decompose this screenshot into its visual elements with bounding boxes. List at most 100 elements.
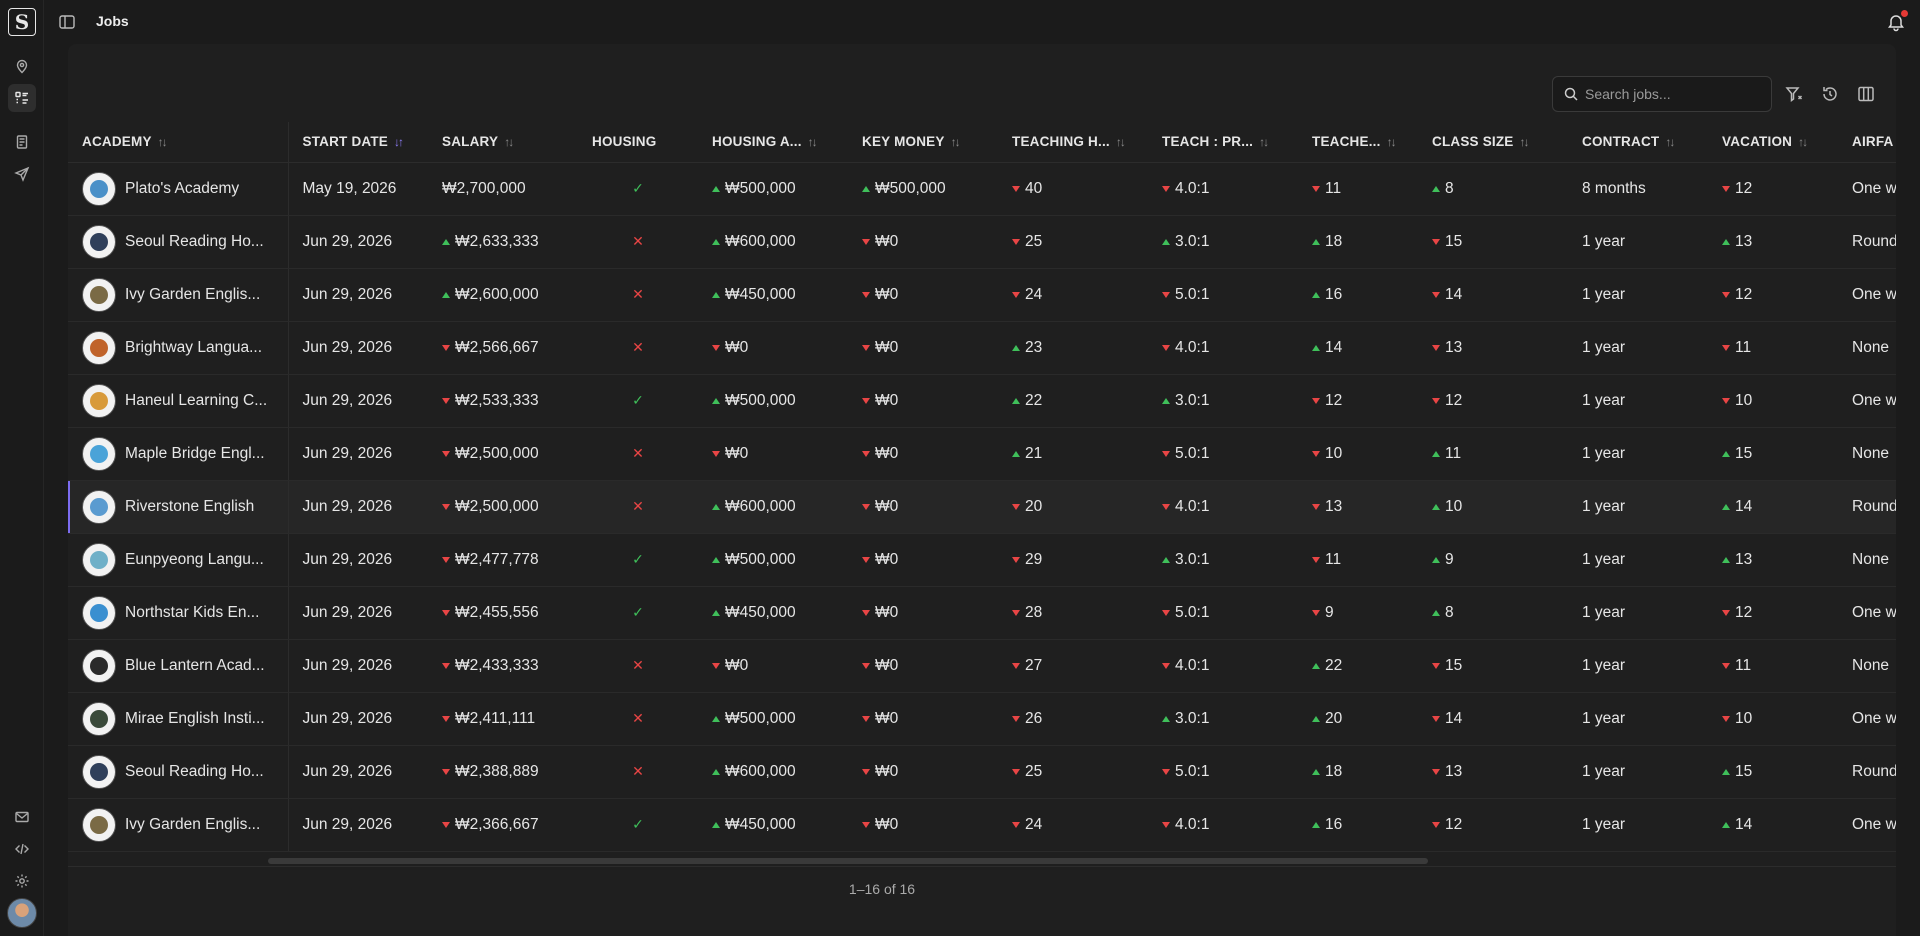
column-header[interactable]: HOUSING [578, 122, 698, 163]
app-logo[interactable]: S [8, 8, 36, 36]
table-row[interactable]: Seoul Reading Ho... Jun 29, 2026 ₩2,633,33… [68, 215, 1896, 269]
table-row[interactable]: Mirae English Insti... Jun 29, 2026 ₩2,411… [68, 692, 1896, 746]
trend-up-icon [1432, 557, 1440, 563]
sort-ascending-icon[interactable]: ↓↑ [394, 135, 404, 149]
columns-icon[interactable] [1856, 84, 1876, 104]
academy-name[interactable]: Maple Bridge Engl... [125, 445, 265, 463]
sidebar-toggle-icon[interactable] [58, 13, 76, 31]
academy-name[interactable]: Riverstone English [125, 498, 254, 516]
academy-cell[interactable]: Riverstone English [68, 480, 289, 534]
sort-icon[interactable]: ↑↓ [158, 135, 168, 149]
academy-cell[interactable]: Mirae English Insti... [68, 692, 289, 746]
user-avatar[interactable] [7, 898, 37, 928]
column-header[interactable]: CLASS SIZE ↑↓ [1418, 122, 1568, 163]
sort-icon[interactable]: ↑↓ [808, 135, 818, 149]
search-input[interactable] [1585, 86, 1755, 102]
trend-down-icon [1722, 663, 1730, 669]
academy-name[interactable]: Plato's Academy [125, 180, 239, 198]
sort-icon[interactable]: ↑↓ [1665, 135, 1675, 149]
teach-prep-ratio-value: 3.0:1 [1175, 233, 1210, 250]
reset-icon[interactable] [1820, 84, 1840, 104]
trend-down-icon [862, 451, 870, 457]
table-row[interactable]: Blue Lantern Acad... Jun 29, 2026 ₩2,433,3… [68, 639, 1896, 693]
table-row[interactable]: Northstar Kids En... Jun 29, 2026 ₩2,455,5… [68, 586, 1896, 640]
academy-name[interactable]: Brightway Langua... [125, 339, 262, 357]
teachers-value: 10 [1325, 445, 1343, 462]
trend-down-icon [862, 769, 870, 775]
academy-name[interactable]: Seoul Reading Ho... [125, 233, 264, 251]
academy-cell[interactable]: Plato's Academy [68, 162, 289, 216]
sort-icon[interactable]: ↑↓ [1116, 135, 1126, 149]
academy-name[interactable]: Mirae English Insti... [125, 710, 265, 728]
table-row[interactable]: Ivy Garden Englis... Jun 29, 2026 ₩2,366,6… [68, 798, 1896, 852]
table-row[interactable]: Haneul Learning C... Jun 29, 2026 ₩2,533,3… [68, 374, 1896, 428]
airfare-cell: Round [1838, 480, 1896, 534]
key-money-cell: ₩0 [848, 586, 998, 640]
sort-icon[interactable]: ↑↓ [1520, 135, 1530, 149]
horizontal-scrollbar[interactable] [268, 858, 1428, 864]
academy-cell[interactable]: Eunpyeong Langu... [68, 533, 289, 587]
table-row[interactable]: Plato's Academy May 19, 2026 ₩2,700,000 ✓ ₩5… [68, 162, 1896, 216]
academy-cell[interactable]: Ivy Garden Englis... [68, 798, 289, 852]
vacation-value: 15 [1735, 763, 1753, 780]
code-icon[interactable] [8, 835, 36, 863]
academy-name[interactable]: Ivy Garden Englis... [125, 286, 260, 304]
search-box[interactable] [1552, 76, 1772, 112]
sort-icon[interactable]: ↑↓ [951, 135, 961, 149]
table-row[interactable]: Eunpyeong Langu... Jun 29, 2026 ₩2,477,778… [68, 533, 1896, 587]
teaching-hours-cell: 24 [998, 798, 1148, 852]
mail-icon[interactable] [8, 803, 36, 831]
column-header[interactable]: TEACHE... ↑↓ [1298, 122, 1418, 163]
table-row[interactable]: Maple Bridge Engl... Jun 29, 2026 ₩2,500,0… [68, 427, 1896, 481]
housing-allowance-value: ₩500,000 [725, 180, 796, 197]
jobs-table-container[interactable]: ACADEMY ↑↓ START DATE ↓↑ SALARY ↑↓ HOUSING HOUS… [68, 122, 1896, 856]
academy-cell[interactable]: Northstar Kids En... [68, 586, 289, 640]
academy-name[interactable]: Northstar Kids En... [125, 604, 259, 622]
sort-icon[interactable]: ↑↓ [504, 135, 514, 149]
trend-down-icon [712, 451, 720, 457]
academy-logo-icon [82, 754, 116, 789]
key-money-value: ₩0 [875, 763, 899, 780]
academy-cell[interactable]: Ivy Garden Englis... [68, 268, 289, 322]
table-row[interactable]: Brightway Langua... Jun 29, 2026 ₩2,566,66… [68, 321, 1896, 375]
column-header[interactable]: TEACH : PR... ↑↓ [1148, 122, 1298, 163]
column-header[interactable]: VACATION ↑↓ [1708, 122, 1838, 163]
academy-name[interactable]: Haneul Learning C... [125, 392, 267, 410]
column-header[interactable]: KEY MONEY ↑↓ [848, 122, 998, 163]
academy-cell[interactable]: Brightway Langua... [68, 321, 289, 375]
column-header[interactable]: HOUSING A... ↑↓ [698, 122, 848, 163]
academy-name[interactable]: Ivy Garden Englis... [125, 816, 260, 834]
trend-down-icon [862, 610, 870, 616]
academy-logo-icon [82, 542, 116, 577]
trend-down-icon [1312, 186, 1320, 192]
table-row[interactable]: Riverstone English Jun 29, 2026 ₩2,500,000… [68, 480, 1896, 534]
send-icon[interactable] [8, 160, 36, 188]
academy-cell[interactable]: Maple Bridge Engl... [68, 427, 289, 481]
column-header[interactable]: AIRFA [1838, 122, 1896, 163]
column-header[interactable]: ACADEMY ↑↓ [68, 122, 289, 163]
settings-icon[interactable] [8, 867, 36, 895]
column-header[interactable]: START DATE ↓↑ [288, 122, 428, 163]
academy-name[interactable]: Blue Lantern Acad... [125, 657, 265, 675]
academy-name[interactable]: Seoul Reading Ho... [125, 763, 264, 781]
document-icon[interactable] [8, 128, 36, 156]
column-header[interactable]: SALARY ↑↓ [428, 122, 578, 163]
sort-icon[interactable]: ↑↓ [1259, 135, 1269, 149]
list-icon[interactable] [8, 84, 36, 112]
filter-icon[interactable] [1784, 84, 1804, 104]
academy-cell[interactable]: Seoul Reading Ho... [68, 745, 289, 799]
academy-cell[interactable]: Seoul Reading Ho... [68, 215, 289, 269]
salary-value: ₩2,566,667 [455, 339, 539, 356]
housing-cell: ✕ [578, 745, 698, 799]
academy-name[interactable]: Eunpyeong Langu... [125, 551, 264, 569]
contract-cell: 1 year [1568, 480, 1708, 534]
academy-cell[interactable]: Blue Lantern Acad... [68, 639, 289, 693]
sort-icon[interactable]: ↑↓ [1387, 135, 1397, 149]
table-row[interactable]: Seoul Reading Ho... Jun 29, 2026 ₩2,388,88… [68, 745, 1896, 799]
academy-cell[interactable]: Haneul Learning C... [68, 374, 289, 428]
column-header[interactable]: CONTRACT ↑↓ [1568, 122, 1708, 163]
map-pin-icon[interactable] [8, 52, 36, 80]
table-row[interactable]: Ivy Garden Englis... Jun 29, 2026 ₩2,600,0… [68, 268, 1896, 322]
sort-icon[interactable]: ↑↓ [1798, 135, 1808, 149]
column-header[interactable]: TEACHING H... ↑↓ [998, 122, 1148, 163]
